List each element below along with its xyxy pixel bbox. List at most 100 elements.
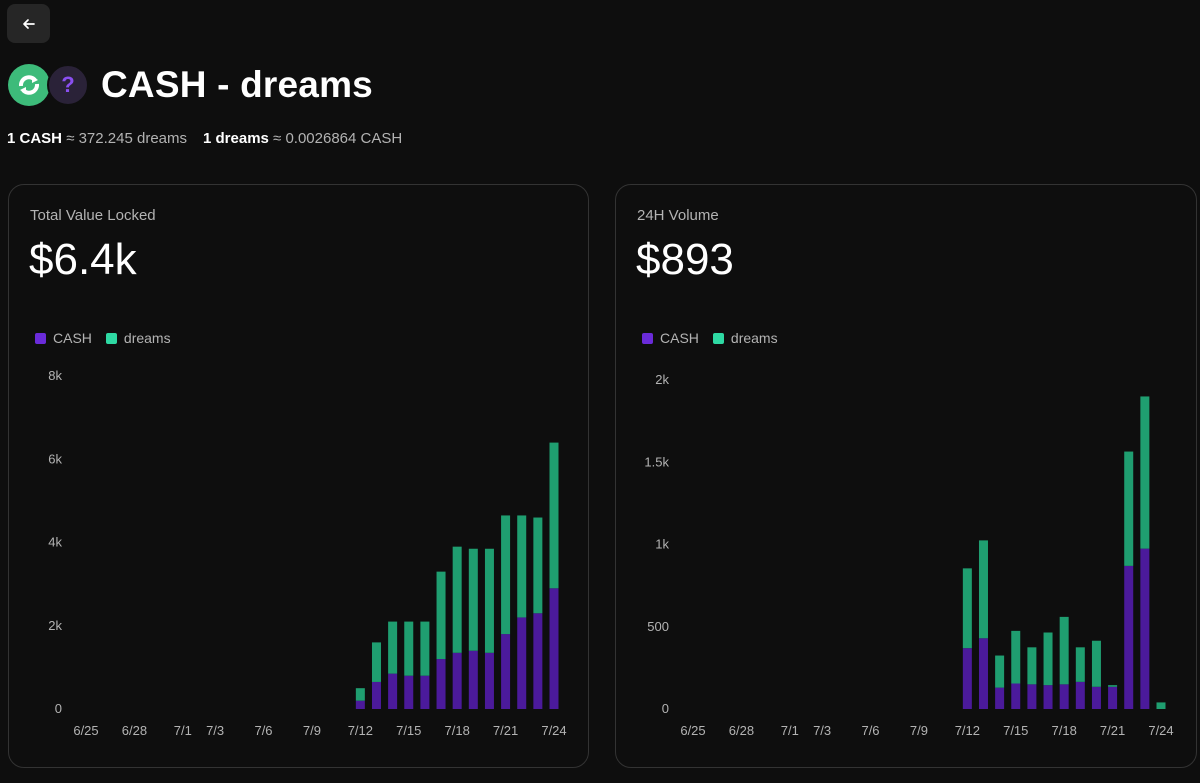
exchange-rates: 1 CASH ≈ 372.245 dreams 1 dreams ≈ 0.002… [7,130,402,147]
bar-dreams-7-15[interactable] [1011,630,1021,684]
bar-cash-7-15[interactable] [404,675,414,709]
back-button[interactable] [7,4,50,43]
bar-dreams-7-24[interactable] [1156,702,1166,709]
bar-dreams-7-15[interactable] [404,621,414,676]
x-tick-label: 7/15 [1003,723,1028,738]
x-tick-label: 7/9 [910,723,928,738]
rate-cash-to-dreams: 1 CASH ≈ 372.245 dreams [7,130,187,147]
question-mark-glyph: ? [61,72,75,97]
bar-cash-7-22[interactable] [1124,565,1134,709]
y-tick-label: 0 [662,701,669,716]
bar-dreams-7-13[interactable] [978,540,988,639]
bar-cash-7-21[interactable] [501,634,511,709]
x-tick-label: 7/21 [1100,723,1125,738]
bar-cash-7-19[interactable] [1075,681,1085,709]
bar-cash-7-19[interactable] [468,650,478,709]
x-tick-label: 6/28 [122,723,147,738]
bar-cash-7-16[interactable] [1027,684,1037,709]
bar-cash-7-18[interactable] [1059,684,1069,709]
x-tick-label: 7/6 [861,723,879,738]
arrow-left-icon [22,18,35,29]
bar-dreams-7-21[interactable] [501,515,511,635]
y-tick-label: 4k [48,535,62,550]
bar-cash-7-24[interactable] [549,588,559,709]
bar-dreams-7-22[interactable] [1124,451,1134,566]
bar-cash-7-18[interactable] [452,652,462,709]
bar-cash-7-13[interactable] [371,681,381,709]
bar-dreams-7-21[interactable] [1108,685,1118,687]
x-tick-label: 7/24 [1148,723,1173,738]
bar-dreams-7-17[interactable] [1043,632,1053,686]
bar-dreams-7-19[interactable] [468,548,478,651]
bar-dreams-7-18[interactable] [452,546,462,653]
bar-dreams-7-22[interactable] [517,515,527,618]
x-tick-label: 6/25 [73,723,98,738]
x-tick-label: 7/12 [955,723,980,738]
x-tick-label: 7/3 [813,723,831,738]
bar-dreams-7-24[interactable] [549,442,559,589]
x-tick-label: 7/6 [254,723,272,738]
y-tick-label: 2k [48,618,62,633]
bar-cash-7-13[interactable] [978,638,988,709]
volume-card: 24H Volume $893 CASH dreams 0 500 1k 1.5k 2k… [615,184,1197,768]
x-tick-label: 7/1 [174,723,192,738]
x-tick-label: 7/12 [348,723,373,738]
bar-dreams-7-20[interactable] [1091,640,1101,687]
bar-dreams-7-23[interactable] [1140,396,1150,549]
bar-cash-7-23[interactable] [533,613,543,709]
x-tick-label: 7/18 [445,723,470,738]
bar-cash-7-17[interactable] [436,659,446,709]
y-tick-label: 6k [48,451,62,466]
y-tick-label: 1k [655,537,669,552]
bar-cash-7-14[interactable] [388,673,398,709]
bar-cash-7-17[interactable] [1043,685,1053,709]
bar-cash-7-22[interactable] [517,617,527,709]
rate-dreams-to-cash: 1 dreams ≈ 0.0026864 CASH [203,130,402,147]
x-tick-label: 7/24 [541,723,566,738]
bar-dreams-7-16[interactable] [1027,647,1037,685]
bar-dreams-7-19[interactable] [1075,647,1085,682]
y-tick-label: 0 [55,701,62,716]
x-tick-label: 7/18 [1052,723,1077,738]
y-tick-label: 1.5k [644,454,669,469]
tvl-card: Total Value Locked $6.4k CASH dreams 0 2k… [8,184,589,768]
y-tick-label: 8k [48,368,62,383]
bar-cash-7-20[interactable] [484,652,494,709]
bar-dreams-7-13[interactable] [371,642,381,682]
x-tick-label: 7/15 [396,723,421,738]
y-tick-label: 2k [655,372,669,387]
bar-dreams-7-18[interactable] [1059,616,1069,685]
x-tick-label: 7/1 [781,723,799,738]
page-title: CASH - dreams [101,64,373,105]
x-tick-label: 7/3 [206,723,224,738]
bar-cash-7-23[interactable] [1140,548,1150,709]
bar-dreams-7-12[interactable] [355,688,365,701]
pair-header: ? CASH - dreams [8,63,373,107]
x-tick-label: 6/28 [729,723,754,738]
question-mark-icon: ? [47,64,89,106]
bar-cash-7-15[interactable] [1011,683,1021,709]
bar-cash-7-14[interactable] [995,687,1005,709]
tvl-bar-chart: 0 2k 4k 6k 8k 6/25 6/28 7/1 7/3 7/6 7/9 7/12 7/15 7/1… [48,368,566,738]
bar-cash-7-16[interactable] [420,675,430,709]
bar-dreams-7-16[interactable] [420,621,430,676]
bar-cash-7-21[interactable] [1108,686,1118,709]
bar-cash-7-12[interactable] [962,648,972,709]
rate-b-base: 1 dreams [203,130,269,147]
bar-dreams-7-23[interactable] [533,517,543,614]
x-tick-label: 6/25 [680,723,705,738]
refresh-cycle-icon [8,64,50,106]
y-tick-label: 500 [647,619,669,634]
rate-a-base: 1 CASH [7,130,63,147]
bar-dreams-7-20[interactable] [484,548,494,653]
bar-dreams-7-14[interactable] [995,655,1005,688]
x-tick-label: 7/9 [303,723,321,738]
bar-dreams-7-12[interactable] [962,568,972,649]
bar-cash-7-12[interactable] [355,700,365,709]
volume-bar-chart: 0 500 1k 1.5k 2k 6/25 6/28 7/1 7/3 7/6 7/9 7/12 7/15… [644,372,1173,738]
rate-a-quote: ≈ 372.245 dreams [66,130,187,147]
bar-dreams-7-17[interactable] [436,571,446,660]
bar-dreams-7-14[interactable] [388,621,398,674]
bar-cash-7-20[interactable] [1091,686,1101,709]
rate-b-quote: ≈ 0.0026864 CASH [273,130,403,147]
